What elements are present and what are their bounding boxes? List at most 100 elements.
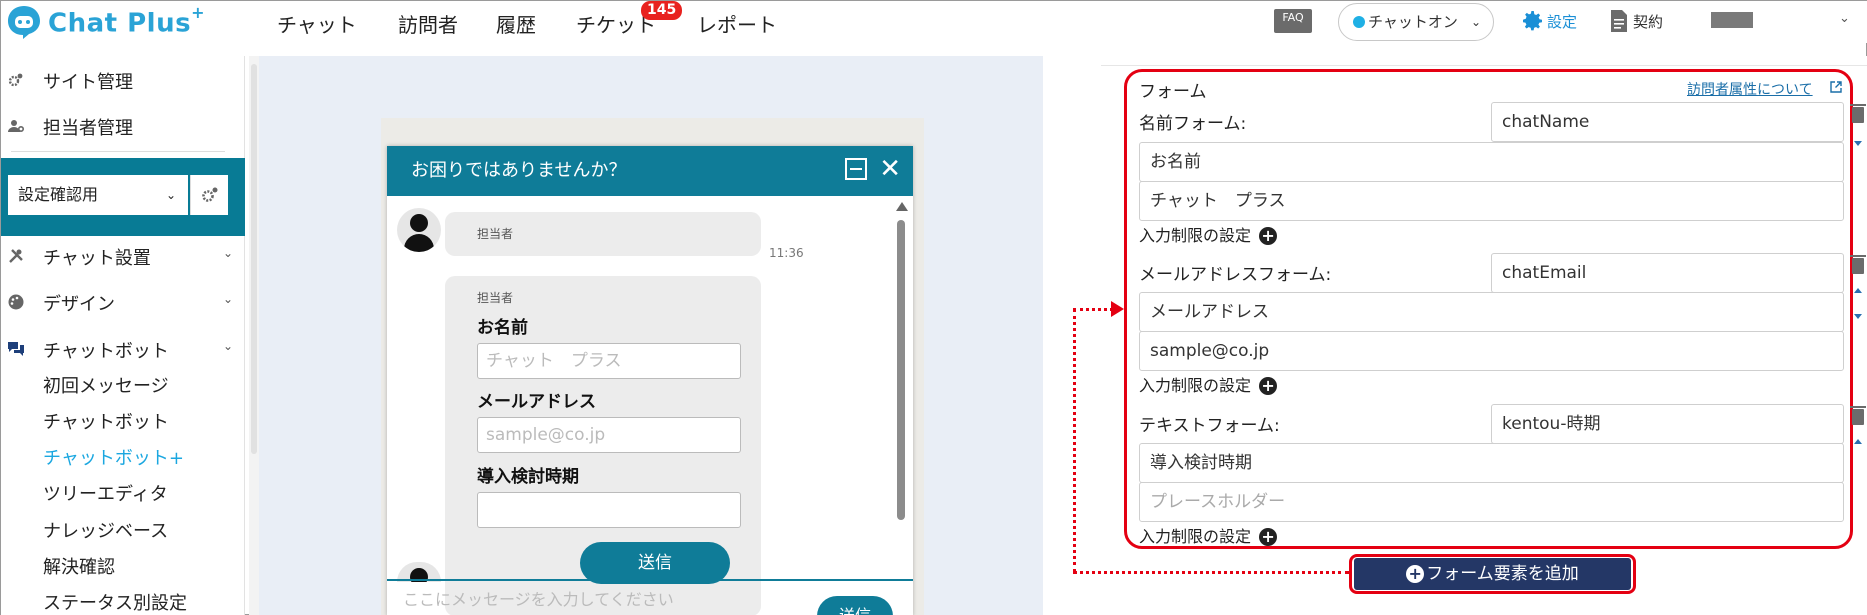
top-bar: Chat Plus+ チャット 訪問者 履歴 チケット 145 レポート FAQ…: [1, 1, 1867, 43]
email-field[interactable]: sample@co.jp: [477, 417, 741, 453]
send-button[interactable]: 送信: [817, 596, 893, 615]
plus-circle-icon: +: [1406, 565, 1425, 583]
site-select[interactable]: 設定確認用 ⌄: [8, 175, 188, 215]
move-up-icon[interactable]: [1854, 439, 1862, 444]
annotation-arrow-line: [1073, 308, 1113, 311]
sidebar-item-label: デザイン: [43, 294, 115, 315]
message-input[interactable]: ここにメッセージを入力してください: [403, 586, 674, 610]
form-name-input[interactable]: メールアドレス: [1139, 292, 1844, 332]
chevron-down-icon: ⌄: [222, 246, 233, 260]
brand-logo-text[interactable]: Chat Plus+: [48, 3, 205, 39]
form-placeholder-input[interactable]: プレースホルダー: [1139, 482, 1844, 522]
site-selector-bar: 設定確認用 ⌄: [1, 158, 245, 236]
chat-bubbles-icon: [8, 342, 24, 356]
trash-icon[interactable]: [1850, 104, 1866, 123]
sidebar-item-chatbot[interactable]: チャットボット ⌄: [1, 337, 245, 363]
plus-circle-icon[interactable]: +: [1259, 377, 1278, 395]
user-avatar[interactable]: [1711, 12, 1753, 28]
users-icon: [8, 120, 25, 133]
gear-icon: [202, 187, 218, 202]
agent-avatar-icon: [397, 208, 441, 252]
sidebar-item-label: チャットボット: [43, 341, 169, 362]
sidebar-sub-knowledge-base[interactable]: ナレッジベース: [43, 517, 168, 543]
sidebar-sub-tree-editor[interactable]: ツリーエディタ: [43, 480, 168, 506]
minimize-icon[interactable]: [845, 158, 867, 180]
form-section-title: フォーム: [1139, 82, 1207, 102]
sidebar-sub-chatbot-plus[interactable]: チャットボット+: [43, 444, 184, 470]
move-up-icon[interactable]: [1854, 288, 1862, 293]
input-limit-label: 入力制限の設定: [1139, 527, 1252, 546]
plus-circle-icon[interactable]: +: [1259, 528, 1278, 546]
input-limit-setting[interactable]: 入力制限の設定 +: [1139, 523, 1278, 547]
user-menu-chevron-icon[interactable]: ⌄: [1839, 11, 1850, 26]
form-name-input[interactable]: お名前: [1139, 142, 1844, 182]
settings-link[interactable]: 設定: [1521, 9, 1577, 33]
chevron-down-icon: ⌄: [222, 339, 233, 353]
chevron-down-icon: ⌄: [165, 188, 176, 202]
widget-header: お困りではありませんか？ ✕: [387, 146, 913, 196]
nav-chat[interactable]: チャット: [277, 9, 357, 38]
scroll-up-icon[interactable]: [896, 202, 908, 211]
agent-name: 担当者: [477, 291, 514, 305]
form-submit-button[interactable]: 送信: [580, 542, 730, 584]
sidebar-sub-status-settings[interactable]: ステータス別設定: [43, 589, 187, 615]
chevron-down-icon: ⌄: [1470, 15, 1481, 29]
timing-field[interactable]: [477, 492, 741, 528]
close-icon[interactable]: ✕: [879, 155, 901, 183]
sidebar-divider: [11, 151, 225, 152]
input-limit-label: 入力制限の設定: [1139, 376, 1252, 395]
nav-history[interactable]: 履歴: [496, 9, 536, 38]
input-limit-setting[interactable]: 入力制限の設定 +: [1139, 222, 1278, 246]
add-form-element-button[interactable]: + フォーム要素を追加: [1354, 558, 1631, 590]
form-placeholder-input[interactable]: チャット プラス: [1139, 181, 1844, 221]
name-field[interactable]: チャット プラス: [477, 343, 741, 379]
scrollbar-thumb[interactable]: [897, 220, 905, 520]
contract-label: 契約: [1633, 13, 1664, 31]
sidebar-scrollbar[interactable]: [249, 56, 259, 615]
ticket-count-badge: 145: [641, 1, 683, 20]
move-down-icon[interactable]: [1854, 141, 1862, 146]
sidebar-item-label: チャット設置: [43, 248, 151, 269]
site-settings-button[interactable]: [190, 175, 228, 215]
faq-button[interactable]: FAQ: [1274, 9, 1312, 33]
document-icon: [1611, 10, 1627, 32]
sidebar-sub-resolution-check[interactable]: 解決確認: [43, 553, 115, 579]
panel-divider: [1101, 65, 1867, 66]
sidebar-sub-first-message[interactable]: 初回メッセージ: [43, 372, 169, 398]
nav-visitors[interactable]: 訪問者: [398, 9, 458, 38]
widget-title: お困りではありませんか？: [411, 160, 627, 181]
sidebar-item-label: 担当者管理: [43, 118, 133, 139]
visitor-attribute-link[interactable]: 訪問者属性について: [1687, 79, 1813, 99]
external-link-icon[interactable]: [1830, 81, 1842, 93]
move-down-icon[interactable]: [1854, 314, 1862, 319]
contract-link[interactable]: 契約: [1609, 9, 1663, 33]
form-placeholder-input[interactable]: sample@co.jp: [1139, 331, 1844, 371]
sidebar-item-label: サイト管理: [43, 72, 133, 93]
form-key-input[interactable]: chatName: [1491, 102, 1844, 142]
sidebar-sub-chatbot[interactable]: チャットボット: [43, 408, 169, 434]
form-name-input[interactable]: 導入検討時期: [1139, 443, 1844, 483]
agent-name: 担当者: [477, 227, 514, 241]
chat-status-toggle[interactable]: チャットオン ⌄: [1338, 3, 1494, 41]
chevron-down-icon: ⌄: [222, 292, 233, 306]
tools-icon: [9, 249, 23, 263]
form-key-input[interactable]: kentou-時期: [1491, 404, 1844, 444]
site-gear-icon: [8, 73, 23, 87]
nav-report[interactable]: レポート: [697, 9, 777, 38]
sidebar-item-staff-management[interactable]: 担当者管理: [1, 114, 245, 140]
scrollbar-thumb[interactable]: [251, 64, 257, 454]
sidebar-item-chat-install[interactable]: チャット設置 ⌄: [1, 244, 245, 270]
trash-icon[interactable]: [1850, 406, 1866, 425]
trash-icon[interactable]: [1850, 255, 1866, 274]
sidebar-item-site-management[interactable]: サイト管理: [1, 68, 245, 94]
widget-scrollbar[interactable]: [895, 202, 908, 562]
form-key-input[interactable]: chatEmail: [1491, 253, 1844, 293]
form-field-label: 導入検討時期: [477, 467, 579, 487]
gear-icon: [1523, 11, 1542, 31]
sidebar-item-design[interactable]: デザイン ⌄: [1, 290, 245, 316]
site-select-value: 設定確認用: [18, 185, 99, 204]
annotation-arrow-line: [1073, 309, 1076, 572]
plus-circle-icon[interactable]: +: [1259, 227, 1278, 245]
input-limit-setting[interactable]: 入力制限の設定 +: [1139, 372, 1278, 396]
online-dot-icon: [1353, 16, 1365, 28]
